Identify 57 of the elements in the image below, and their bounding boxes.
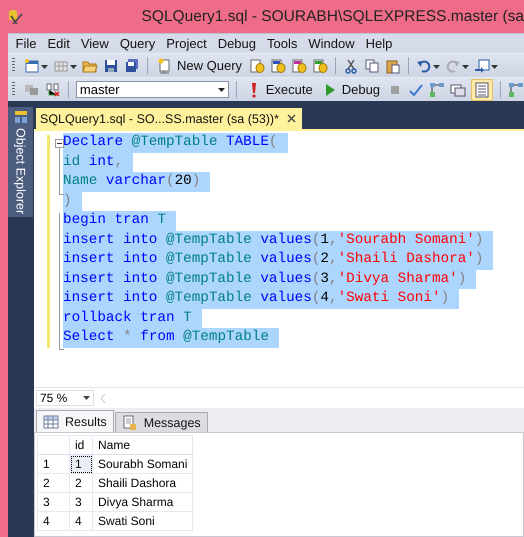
grid-icon [43, 414, 59, 428]
table-cell[interactable]: 1 [70, 454, 92, 474]
window-icon[interactable] [24, 58, 40, 74]
menu-item[interactable]: Debug [212, 36, 262, 51]
document-database-icon[interactable] [291, 58, 308, 74]
document-tab[interactable]: SQLQuery1.sql - SO...SS.master (sa (53))* [36, 108, 302, 129]
row-number: 4 [38, 512, 70, 530]
collapse-icon[interactable] [55, 139, 64, 148]
menu-item[interactable]: Edit [42, 36, 76, 51]
menu-item[interactable]: Project [160, 36, 212, 51]
diagram-icon[interactable] [508, 82, 524, 98]
window-title: SQLQuery1.sql - SOURABH\SQLEXPRESS.master (sa [142, 8, 524, 26]
execute-button[interactable]: Execute [244, 80, 315, 98]
result-tab[interactable]: Messages [114, 412, 208, 432]
column-header[interactable]: Name [92, 436, 193, 454]
document-icon [122, 414, 138, 430]
result-tab[interactable]: Results [36, 410, 114, 432]
table-cell[interactable]: Shaili Dashora [92, 474, 193, 492]
table-cell[interactable]: 2 [70, 474, 92, 492]
dropdown-arrow-icon[interactable] [83, 396, 90, 400]
new-query-button[interactable]: New Query [155, 56, 244, 74]
floppy-disks-icon[interactable] [124, 58, 140, 74]
copy-icon[interactable] [364, 58, 380, 74]
dropdown-arrow-icon[interactable] [218, 88, 225, 92]
menu-item[interactable]: Window [302, 36, 360, 51]
document-database-icon[interactable] [249, 58, 266, 74]
database-tools-icon [8, 8, 24, 26]
menu-item[interactable]: Help [360, 36, 398, 51]
table-cell[interactable]: Divya Sharma [92, 492, 193, 512]
server-icon [14, 110, 28, 124]
document-database-icon[interactable] [270, 58, 286, 74]
table-cell[interactable]: 4 [70, 512, 92, 530]
table-cell[interactable]: Swati Soni [92, 512, 193, 530]
menu-item[interactable]: File [10, 36, 42, 51]
clipboard-icon[interactable] [385, 58, 402, 74]
zoom-dropdown[interactable]: 75 % [36, 390, 94, 406]
close-icon[interactable] [286, 114, 296, 123]
diagram-icon[interactable] [429, 82, 446, 98]
table-cell[interactable]: Sourabh Somani [92, 454, 193, 474]
list-icon[interactable] [474, 82, 490, 98]
row-number: 3 [38, 492, 70, 512]
disconnect-icon[interactable] [44, 82, 61, 98]
window-arrow-icon[interactable] [474, 58, 490, 74]
database-dropdown[interactable]: master [76, 81, 229, 98]
debug-button[interactable]: Debug [320, 80, 382, 98]
windows-icon[interactable] [450, 82, 466, 98]
checkmark-icon[interactable] [408, 82, 424, 98]
row-number: 2 [38, 474, 70, 492]
table-cell[interactable]: 3 [70, 492, 92, 512]
menu-item[interactable]: Query [114, 36, 161, 51]
menu-item[interactable]: View [75, 36, 114, 51]
undo-icon[interactable] [416, 58, 432, 74]
column-header[interactable]: id [70, 436, 92, 454]
object-explorer-tab[interactable]: Object Explorer [8, 107, 33, 218]
scissors-icon[interactable] [343, 58, 360, 74]
document-database-icon[interactable] [312, 58, 328, 74]
menu-item[interactable]: Tools [262, 36, 303, 51]
